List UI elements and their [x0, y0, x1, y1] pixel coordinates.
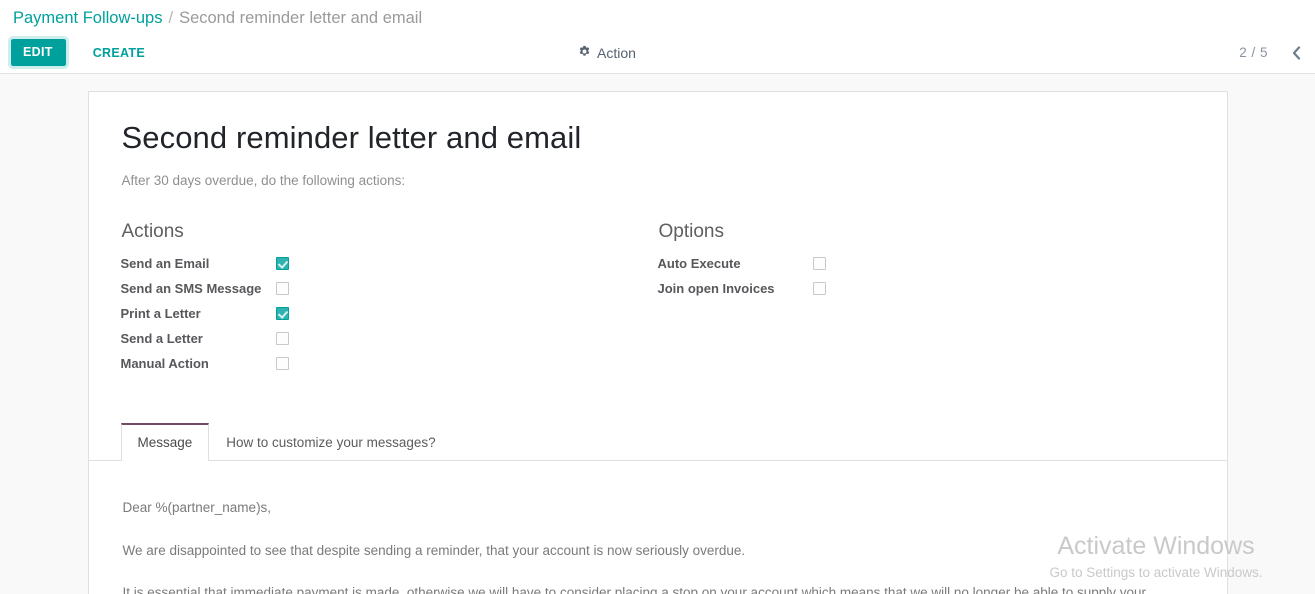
message-paragraph-greeting: Dear %(partner_name)s,	[122, 500, 272, 516]
message-paragraph-1: We are disappointed to see that despite …	[122, 542, 746, 558]
options-group-title: Options	[658, 221, 724, 242]
breadcrumb-current: Second reminder letter and email	[179, 8, 423, 27]
send-a-letter-checkbox[interactable]	[275, 332, 289, 345]
pager: 2 / 5	[1239, 44, 1307, 62]
print-a-letter-checkbox[interactable]	[275, 307, 289, 320]
tab-how-to-customize-your-messages[interactable]: How to customize your messages?	[209, 423, 452, 461]
field-label: Send an SMS Message	[120, 281, 262, 296]
page-title: Second reminder letter and email	[121, 120, 582, 155]
edit-button[interactable]: EDIT	[8, 36, 69, 69]
actions-group-title: Actions	[121, 221, 184, 242]
field-label: Print a Letter	[120, 306, 201, 321]
tab-message[interactable]: Message	[120, 423, 210, 462]
message-paragraph-2: It is essential that immediate payment i…	[122, 585, 1147, 594]
auto-execute-checkbox[interactable]	[812, 257, 826, 270]
app-root: Payment Follow-ups / Second reminder let…	[0, 0, 1315, 594]
field-join-open-invoices: Join open Invoices	[658, 276, 1195, 301]
field-label: Join open Invoices	[657, 281, 775, 296]
chevron-left-icon	[1292, 45, 1301, 63]
pager-count: 2 / 5	[1239, 45, 1268, 60]
pager-previous-button[interactable]	[1286, 44, 1307, 62]
join-open-invoices-checkbox[interactable]	[812, 282, 826, 295]
message-tab-content: Dear %(partner_name)s, We are disappoint…	[121, 461, 1195, 594]
control-panel: EDIT CREATE Action 2 / 5	[0, 32, 1315, 74]
field-send-a-letter: Send a Letter	[121, 326, 658, 351]
field-label: Send a Letter	[120, 331, 203, 346]
gear-icon	[578, 45, 591, 61]
notebook: Message How to customize your messages? …	[88, 423, 1227, 594]
send-an-email-checkbox[interactable]	[275, 257, 289, 270]
breadcrumb-parent-link[interactable]: Payment Follow-ups	[13, 9, 162, 28]
record-subtitle: After 30 days overdue, do the following …	[121, 173, 406, 188]
page-background: Second reminder letter and email After 3…	[0, 74, 1315, 594]
field-print-a-letter: Print a Letter	[121, 301, 658, 326]
manual-action-checkbox[interactable]	[275, 357, 289, 370]
breadcrumb: Payment Follow-ups / Second reminder let…	[0, 0, 1315, 32]
tab-list: Message How to customize your messages?	[88, 423, 1227, 462]
action-menu-button[interactable]: Action	[578, 45, 636, 61]
action-menu-label: Action	[597, 44, 636, 61]
field-label: Send an Email	[120, 256, 210, 271]
create-button[interactable]: CREATE	[83, 39, 155, 67]
field-send-an-email: Send an Email	[121, 251, 658, 276]
field-send-an-sms-message: Send an SMS Message	[121, 276, 658, 301]
send-an-sms-message-checkbox[interactable]	[275, 282, 289, 295]
options-group: Options Auto Execute Join open Invoices	[658, 221, 1195, 376]
record-sheet: Second reminder letter and email After 3…	[87, 91, 1228, 594]
field-groups: Actions Send an Email Send an SMS Messag…	[121, 221, 1195, 376]
field-label: Auto Execute	[657, 256, 741, 271]
breadcrumb-separator: /	[168, 8, 174, 27]
field-auto-execute: Auto Execute	[658, 251, 1195, 276]
field-label: Manual Action	[120, 356, 209, 371]
actions-group: Actions Send an Email Send an SMS Messag…	[121, 221, 658, 376]
field-manual-action: Manual Action	[121, 351, 658, 376]
